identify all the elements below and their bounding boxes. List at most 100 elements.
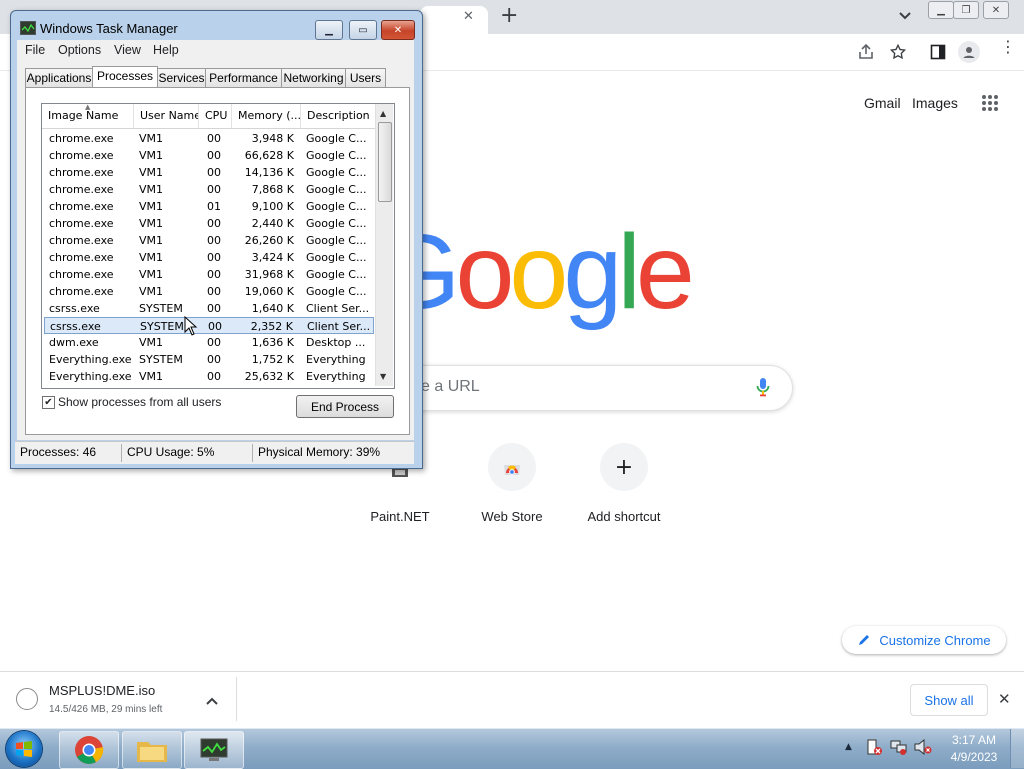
volume-muted-icon[interactable]	[914, 738, 932, 758]
menu-view[interactable]: View	[114, 43, 141, 57]
cell-description: Google C...	[306, 183, 367, 196]
tm-menubar: File Options View Help	[17, 40, 414, 60]
table-row[interactable]: dwm.exe VM1 00 1,636 K Desktop ...	[44, 334, 374, 351]
col-description[interactable]: Description	[301, 104, 375, 128]
table-row[interactable]: csrss.exe SYSTEM 00 2,352 K Client Ser...	[44, 317, 374, 334]
table-row[interactable]: Everything.exe VM1 00 25,632 K Everything	[44, 368, 374, 385]
task-manager-window: Windows Task Manager ▁ ▭ ✕ File Options …	[10, 10, 423, 469]
col-memory[interactable]: Memory (...	[232, 104, 301, 128]
cell-memory: 1,752 K	[251, 353, 294, 366]
menu-file[interactable]: File	[25, 43, 45, 57]
table-row[interactable]: chrome.exe VM1 01 9,100 K Google C...	[44, 198, 374, 215]
scroll-up-arrow-icon[interactable]: ▲	[380, 109, 386, 118]
process-list[interactable]: Image Name ▲ User Name CPU Memory (... D…	[41, 103, 395, 389]
show-all-users-checkbox[interactable]: ✔	[42, 396, 55, 409]
chevron-up-icon[interactable]	[206, 694, 218, 708]
file-icon	[16, 688, 38, 710]
tab-networking[interactable]: Networking	[281, 68, 346, 87]
tab-users[interactable]: Users	[345, 68, 386, 87]
table-row[interactable]: chrome.exe VM1 00 3,948 K Google C...	[44, 130, 374, 147]
cell-cpu: 01	[207, 200, 221, 213]
cell-user-name: VM1	[139, 200, 164, 213]
cell-cpu: 00	[207, 370, 221, 383]
chevron-down-icon[interactable]	[895, 6, 915, 26]
cell-image-name: Everything.exe	[49, 370, 132, 383]
tab-services[interactable]: Services	[157, 68, 206, 87]
tm-minimize-button[interactable]: ▁	[315, 20, 343, 40]
close-button[interactable]: ✕	[983, 1, 1009, 19]
col-user-name[interactable]: User Name	[134, 104, 199, 128]
menu-help[interactable]: Help	[153, 43, 179, 57]
tab-close-icon[interactable]: ✕	[463, 9, 474, 24]
shortcut-label: Add shortcut	[587, 509, 661, 524]
share-icon[interactable]	[856, 42, 876, 62]
new-tab-button[interactable]: +	[500, 3, 518, 28]
cell-cpu: 00	[207, 217, 221, 230]
table-row[interactable]: chrome.exe VM1 00 66,628 K Google C...	[44, 147, 374, 164]
end-process-button[interactable]: End Process	[296, 395, 394, 418]
table-row[interactable]: chrome.exe VM1 00 26,260 K Google C...	[44, 232, 374, 249]
close-shelf-icon[interactable]: ✕	[998, 690, 1011, 708]
cell-user-name: VM1	[139, 370, 164, 383]
show-desktop-button[interactable]	[1010, 729, 1024, 768]
scroll-down-arrow-icon[interactable]: ▼	[380, 372, 386, 381]
chrome-menu-icon[interactable]: ⋮	[1000, 39, 1016, 55]
taskbar-task-manager-button[interactable]	[184, 731, 244, 769]
cell-image-name: chrome.exe	[49, 200, 114, 213]
show-all-users-label[interactable]: Show processes from all users	[58, 395, 221, 409]
restore-button[interactable]: ❐	[953, 1, 979, 19]
table-row[interactable]: chrome.exe VM1 00 7,868 K Google C...	[44, 181, 374, 198]
active-tab[interactable]	[420, 6, 488, 34]
shortcut-web-store[interactable]: Web Store	[456, 443, 568, 524]
table-row[interactable]: Everything.exe SYSTEM 00 1,752 K Everything	[44, 351, 374, 368]
table-row[interactable]: chrome.exe VM1 00 2,440 K Google C...	[44, 215, 374, 232]
tm-close-button[interactable]: ✕	[381, 20, 415, 40]
download-filename[interactable]: MSPLUS!DME.iso	[49, 683, 155, 698]
taskbar-chrome-button[interactable]	[59, 731, 119, 769]
network-icon[interactable]	[890, 739, 908, 758]
start-orb-icon[interactable]	[6, 731, 42, 767]
side-panel-icon[interactable]	[928, 42, 948, 62]
table-row[interactable]: chrome.exe VM1 00 14,136 K Google C...	[44, 164, 374, 181]
cell-memory: 66,628 K	[244, 149, 294, 162]
cell-memory: 14,136 K	[244, 166, 294, 179]
header-underline	[42, 128, 375, 129]
voice-search-icon[interactable]	[756, 377, 770, 400]
status-processes: Processes: 46	[20, 445, 97, 459]
clock-date[interactable]: 4/9/2023	[947, 750, 1001, 764]
profile-avatar[interactable]	[958, 41, 980, 63]
clock-time[interactable]: 3:17 AM	[950, 733, 998, 747]
tm-maximize-button[interactable]: ▭	[349, 20, 377, 40]
customize-chrome-button[interactable]: Customize Chrome	[842, 626, 1006, 654]
tab-processes[interactable]: Processes	[92, 66, 158, 88]
table-row[interactable]: chrome.exe VM1 00 3,424 K Google C...	[44, 249, 374, 266]
taskbar-explorer-button[interactable]	[122, 731, 182, 769]
bookmark-star-icon[interactable]	[888, 42, 908, 62]
scroll-thumb[interactable]	[378, 122, 392, 202]
action-center-icon[interactable]	[866, 739, 882, 758]
cell-description: Google C...	[306, 234, 367, 247]
col-cpu[interactable]: CPU	[199, 104, 232, 128]
cell-description: Client Ser...	[306, 302, 370, 315]
table-row[interactable]: chrome.exe VM1 00 19,060 K Google C...	[44, 283, 374, 300]
show-hidden-icons-icon[interactable]: ▲	[845, 742, 852, 752]
cell-memory: 1,640 K	[251, 302, 294, 315]
menu-options[interactable]: Options	[58, 43, 101, 57]
gmail-link[interactable]: Gmail	[864, 95, 901, 111]
minimize-button[interactable]: ▁	[928, 1, 954, 19]
cell-user-name: VM1	[139, 268, 164, 281]
table-row[interactable]: csrss.exe SYSTEM 00 1,640 K Client Ser...	[44, 300, 374, 317]
shortcut-add[interactable]: + Add shortcut	[568, 443, 680, 524]
process-list-scrollbar[interactable]: ▲ ▼	[375, 104, 393, 386]
apps-grid-icon[interactable]	[981, 94, 999, 115]
cell-user-name: SYSTEM	[140, 320, 184, 333]
cell-image-name: chrome.exe	[49, 268, 114, 281]
cell-cpu: 00	[207, 183, 221, 196]
tab-applications[interactable]: Applications	[25, 68, 93, 87]
show-all-button[interactable]: Show all	[910, 684, 988, 716]
table-row[interactable]: chrome.exe VM1 00 31,968 K Google C...	[44, 266, 374, 283]
tab-performance[interactable]: Performance	[205, 68, 282, 87]
cell-memory: 9,100 K	[251, 200, 294, 213]
cell-user-name: VM1	[139, 336, 164, 349]
images-link[interactable]: Images	[912, 95, 958, 111]
